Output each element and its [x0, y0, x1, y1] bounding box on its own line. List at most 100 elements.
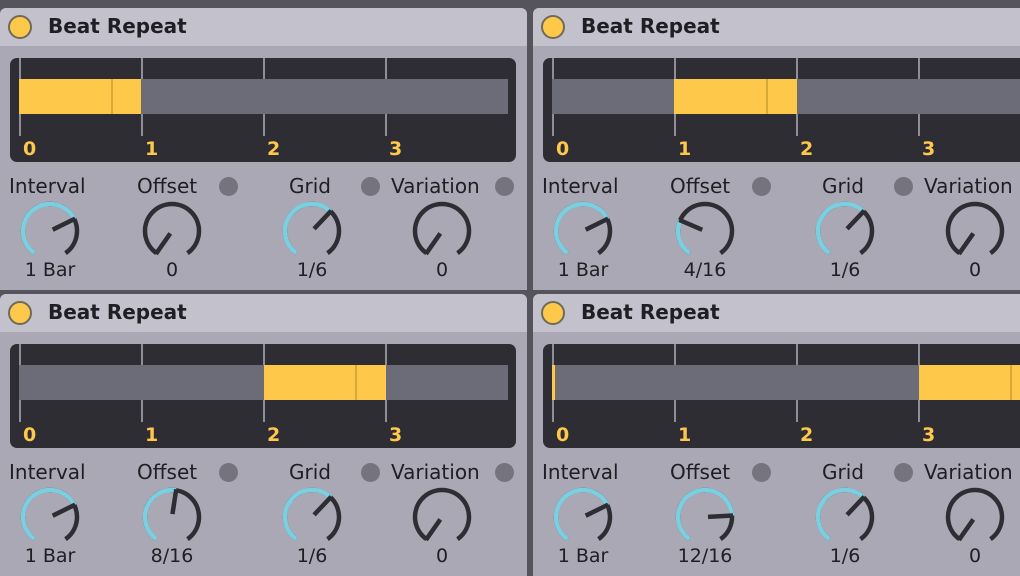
offset-knob[interactable]: [139, 198, 205, 264]
timeline-label: 1: [678, 138, 692, 160]
device-title: Beat Repeat: [48, 14, 187, 38]
knob-pointer: [845, 209, 866, 231]
offset-label: Offset: [670, 460, 731, 484]
offset-knob[interactable]: [139, 484, 205, 550]
knob-track: [142, 201, 202, 255]
variation-value: 0: [435, 259, 449, 281]
grid-label: Grid: [822, 460, 864, 484]
knob-track: [412, 201, 472, 255]
offset-knob[interactable]: [672, 198, 738, 264]
interval-label: Interval: [9, 460, 86, 484]
grid-label: Grid: [822, 174, 864, 198]
grid-mod-toggle[interactable]: [361, 177, 380, 196]
knob-pointer: [154, 232, 173, 256]
variation-label: Variation: [924, 460, 1013, 484]
device-header: Beat Repeat: [533, 8, 1020, 46]
knob-fill: [20, 201, 77, 255]
knob-track: [675, 201, 735, 255]
interval-value: 1 Bar: [557, 545, 609, 567]
power-toggle-button[interactable]: [541, 15, 565, 39]
variation-mod-toggle[interactable]: [495, 463, 514, 482]
timeline-bar: [552, 365, 1020, 400]
knob-track: [945, 201, 1005, 255]
grid-knob[interactable]: [812, 198, 878, 264]
variation-knob[interactable]: [409, 198, 475, 264]
grid-value: 1/6: [296, 259, 328, 281]
knob-fill: [553, 487, 610, 541]
timeline-bar: [552, 79, 1020, 114]
repeat-region: [918, 365, 1020, 400]
timeline-label: 0: [556, 424, 570, 446]
timeline-label: 3: [922, 138, 936, 160]
timeline-label: 3: [389, 138, 403, 160]
interval-knob[interactable]: [550, 484, 616, 550]
variation-knob[interactable]: [942, 198, 1008, 264]
knob-track: [412, 487, 472, 541]
timeline-display: 0 1 2 3: [543, 344, 1020, 448]
offset-mod-toggle[interactable]: [752, 463, 771, 482]
power-toggle-button[interactable]: [8, 301, 32, 325]
grid-mod-toggle[interactable]: [894, 463, 913, 482]
timeline-label: 2: [800, 138, 814, 160]
interval-knob[interactable]: [17, 484, 83, 550]
grid-mod-toggle[interactable]: [361, 463, 380, 482]
variation-value: 0: [968, 545, 982, 567]
knob-fill: [282, 201, 333, 255]
variation-mod-toggle[interactable]: [495, 177, 514, 196]
device-title: Beat Repeat: [581, 300, 720, 324]
gate-marker: [1010, 365, 1013, 400]
timeline-label: 1: [145, 138, 159, 160]
offset-value: 4/16: [683, 259, 727, 281]
repeat-region: [19, 79, 142, 114]
knob-fill: [815, 201, 866, 255]
power-toggle-button[interactable]: [8, 15, 32, 39]
grid-knob[interactable]: [279, 198, 345, 264]
knob-pointer: [957, 518, 976, 542]
grid-knob[interactable]: [812, 484, 878, 550]
beat-repeat-device: Beat Repeat 0 1 2 3 Interval 1 Bar Offset 12/16 G…: [533, 294, 1020, 576]
variation-knob[interactable]: [942, 484, 1008, 550]
knob-pointer: [51, 216, 77, 232]
interval-label: Interval: [542, 174, 619, 198]
knob-pointer: [845, 495, 866, 517]
knob-pointer: [424, 518, 443, 542]
timeline-label: 1: [145, 424, 159, 446]
interval-value: 1 Bar: [24, 545, 76, 567]
device-header: Beat Repeat: [0, 294, 527, 332]
variation-value: 0: [968, 259, 982, 281]
grid-mod-toggle[interactable]: [894, 177, 913, 196]
offset-label: Offset: [670, 174, 731, 198]
repeat-region: [674, 79, 797, 114]
offset-label: Offset: [137, 460, 198, 484]
power-toggle-button[interactable]: [541, 301, 565, 325]
offset-mod-toggle[interactable]: [219, 177, 238, 196]
knob-pointer: [707, 513, 734, 520]
offset-mod-toggle[interactable]: [219, 463, 238, 482]
beat-repeat-device: Beat Repeat 0 1 2 3 Interval 1 Bar Offset 8/16 Gr…: [0, 294, 527, 576]
grid-label: Grid: [289, 174, 331, 198]
offset-knob[interactable]: [672, 484, 738, 550]
interval-value: 1 Bar: [24, 259, 76, 281]
offset-mod-toggle[interactable]: [752, 177, 771, 196]
interval-knob[interactable]: [17, 198, 83, 264]
interval-label: Interval: [9, 174, 86, 198]
interval-label: Interval: [542, 460, 619, 484]
timeline-display: 0 1 2 3: [10, 58, 516, 162]
timeline-label: 0: [23, 424, 37, 446]
timeline-label: 2: [800, 424, 814, 446]
device-title: Beat Repeat: [48, 300, 187, 324]
knob-pointer: [678, 217, 704, 232]
knob-pointer: [584, 502, 610, 518]
grid-value: 1/6: [296, 545, 328, 567]
position-marker: [552, 365, 555, 400]
variation-knob[interactable]: [409, 484, 475, 550]
beat-repeat-device: Beat Repeat 0 1 2 3 Interval 1 Bar Offset 0 Grid 1…: [0, 8, 527, 290]
device-title: Beat Repeat: [581, 14, 720, 38]
timeline-label: 0: [556, 138, 570, 160]
device-header: Beat Repeat: [533, 294, 1020, 332]
knob-fill: [553, 201, 610, 255]
knob-pointer: [424, 232, 443, 256]
variation-label: Variation: [924, 174, 1013, 198]
interval-knob[interactable]: [550, 198, 616, 264]
grid-knob[interactable]: [279, 484, 345, 550]
